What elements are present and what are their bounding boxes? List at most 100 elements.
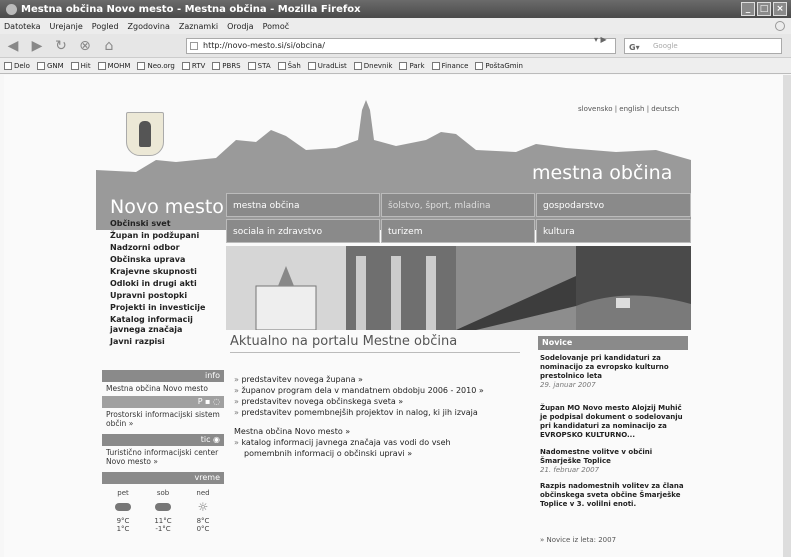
nav-item[interactable]: Javni razpisi xyxy=(102,336,224,348)
portal-link[interactable]: predstavitev novega občinskega sveta » xyxy=(234,396,534,407)
bookmark-item[interactable]: Finance xyxy=(431,61,468,70)
maximize-button[interactable]: □ xyxy=(757,2,771,16)
bookmark-icon xyxy=(399,61,408,70)
nav-item[interactable]: Odloki in drugi akti xyxy=(102,278,224,290)
news-item[interactable]: Razpis nadomestnih volitev za člana obči… xyxy=(540,482,688,509)
cloud-icon xyxy=(155,503,171,511)
bookmark-item[interactable]: Delo xyxy=(4,61,30,70)
bookmark-icon xyxy=(4,61,12,70)
bookmark-icon xyxy=(353,61,362,70)
tab-turizem[interactable]: turizem xyxy=(381,219,535,243)
portal-link[interactable]: katalog informacij javnega značaja vas v… xyxy=(234,437,534,448)
bookmark-item[interactable]: MOHM xyxy=(97,61,130,70)
header-title: mestna občina xyxy=(532,162,673,184)
menu-orodja[interactable]: Orodja xyxy=(227,22,254,31)
portal-link[interactable]: Mestna občina Novo mesto » xyxy=(234,426,534,437)
back-icon[interactable]: ◀ xyxy=(4,37,22,55)
bookmark-item[interactable]: GNM xyxy=(36,61,64,70)
bookmark-icon xyxy=(247,61,256,70)
google-icon: G▾ xyxy=(629,43,640,52)
nav-item[interactable]: Katalog informacij javnega značaja xyxy=(102,314,224,336)
pisoc-heading: P ▪ ◌ xyxy=(102,396,224,408)
forward-icon[interactable]: ▶ xyxy=(28,37,46,55)
weather-heading: vreme xyxy=(102,472,224,484)
stop-icon[interactable]: ⊗ xyxy=(76,37,94,55)
menu-pomoc[interactable]: Pomoč xyxy=(263,22,290,31)
bookmark-item[interactable]: Dnevnik xyxy=(353,61,392,70)
window-titlebar: Mestna občina Novo mesto - Mestna občina… xyxy=(0,0,791,18)
address-text: http://novo-mesto.si/si/obcina/ xyxy=(203,41,325,50)
minimize-button[interactable]: _ xyxy=(741,2,755,16)
city-name[interactable]: Novo mesto xyxy=(110,196,224,218)
portal-links: predstavitev novega župana » županov pro… xyxy=(234,374,534,459)
home-icon[interactable]: ⌂ xyxy=(100,37,118,55)
cloud-icon xyxy=(115,503,131,511)
tab-mestna-obcina[interactable]: mestna občina xyxy=(226,193,380,217)
firefox-icon xyxy=(6,3,17,15)
menu-bar: Datoteka Urejanje Pogled Zgodovina Zazna… xyxy=(0,18,791,34)
nav-item[interactable]: Nadzorni odbor xyxy=(102,242,224,254)
bookmark-item[interactable]: STA xyxy=(247,61,271,70)
bookmark-item[interactable]: PBRS xyxy=(212,61,241,70)
news-more-link[interactable]: » Novice iz leta: 2007 xyxy=(540,536,688,545)
bookmark-item[interactable]: Park xyxy=(399,61,425,70)
address-bar[interactable]: http://novo-mesto.si/si/obcina/ xyxy=(186,38,616,54)
menu-zaznamki[interactable]: Zaznamki xyxy=(179,22,218,31)
hero-photo-banner xyxy=(226,246,691,330)
bookmark-icon xyxy=(181,61,190,70)
weather-day: sob 11°C -1°C xyxy=(154,489,172,533)
go-icon[interactable]: ▾ ▶ xyxy=(594,35,607,44)
portal-link[interactable]: predstavitev pomembnejših projektov in n… xyxy=(234,407,534,418)
portal-link[interactable]: pomembnih informacij o občinski upravi » xyxy=(234,448,534,459)
close-button[interactable]: × xyxy=(773,2,787,16)
menu-zgodovina[interactable]: Zgodovina xyxy=(128,22,170,31)
portal-link[interactable]: županov program dela v mandatnem obdobju… xyxy=(234,385,534,396)
bookmark-icon xyxy=(431,61,440,70)
search-box[interactable]: G▾ Google xyxy=(624,38,782,54)
tab-kultura[interactable]: kultura xyxy=(536,219,691,243)
menu-urejanje[interactable]: Urejanje xyxy=(50,22,83,31)
window-title: Mestna občina Novo mesto - Mestna občina… xyxy=(21,3,361,15)
info-link[interactable]: Mestna občina Novo mesto xyxy=(106,384,224,393)
menu-datoteka[interactable]: Datoteka xyxy=(4,22,41,31)
portal-title: Aktualno na portalu Mestne občina xyxy=(230,334,458,349)
sun-icon: ☼ xyxy=(197,500,209,514)
tab-solstvo[interactable]: šolstvo, šport, mladina xyxy=(381,193,535,217)
nav-item[interactable]: Krajevne skupnosti xyxy=(102,266,224,278)
vertical-scrollbar[interactable] xyxy=(783,75,791,557)
search-placeholder: Google xyxy=(653,42,678,50)
bookmark-item[interactable]: UradList xyxy=(307,61,347,70)
throbber-icon xyxy=(775,21,785,31)
info-heading: info xyxy=(102,370,224,382)
weather-day: ned ☼ 8°C 0°C xyxy=(188,489,218,533)
tab-sociala[interactable]: sociala in zdravstvo xyxy=(226,219,380,243)
tab-gospodarstvo[interactable]: gospodarstvo xyxy=(536,193,691,217)
nav-item[interactable]: Župan in podžupani xyxy=(102,230,224,242)
news-item[interactable]: Župan MO Novo mesto Alojzij Muhič je pod… xyxy=(540,404,688,440)
bookmark-item[interactable]: Hit xyxy=(70,61,91,70)
nav-item[interactable]: Upravni postopki xyxy=(102,290,224,302)
reload-icon[interactable]: ↻ xyxy=(52,37,70,55)
news-heading: Novice xyxy=(538,336,688,350)
bookmark-item[interactable]: RTV xyxy=(181,61,205,70)
bookmark-icon xyxy=(97,61,106,70)
nav-item[interactable]: Občinska uprava xyxy=(102,254,224,266)
left-navigation: Občinski svet Župan in podžupani Nadzorn… xyxy=(102,218,224,348)
tic-link[interactable]: Turistično informacijski center Novo mes… xyxy=(106,448,224,466)
nav-item[interactable]: Projekti in investicije xyxy=(102,302,224,314)
weather-day: pet 9°C 1°C xyxy=(115,489,131,533)
portal-link[interactable]: predstavitev novega župana » xyxy=(234,374,534,385)
bookmark-item[interactable]: PoštaGmin xyxy=(475,61,523,70)
nav-item[interactable]: Občinski svet xyxy=(102,218,224,230)
pisoc-link[interactable]: Prostorski informacijski sistem občin » xyxy=(106,410,224,428)
bookmark-icon xyxy=(212,61,221,70)
menu-pogled[interactable]: Pogled xyxy=(92,22,119,31)
news-item[interactable]: Sodelovanje pri kandidaturi za nominacij… xyxy=(540,354,688,390)
bookmark-icon xyxy=(137,61,146,70)
bookmark-item[interactable]: Šah xyxy=(277,61,301,70)
bookmark-icon xyxy=(277,61,286,70)
bookmark-item[interactable]: Neo.org xyxy=(137,61,175,70)
news-item[interactable]: Nadomestne volitve v občini Šmarješke To… xyxy=(540,448,688,475)
tic-heading: tic ◉ xyxy=(102,434,224,446)
main-tabs: mestna občina šolstvo, šport, mladina go… xyxy=(226,193,691,245)
